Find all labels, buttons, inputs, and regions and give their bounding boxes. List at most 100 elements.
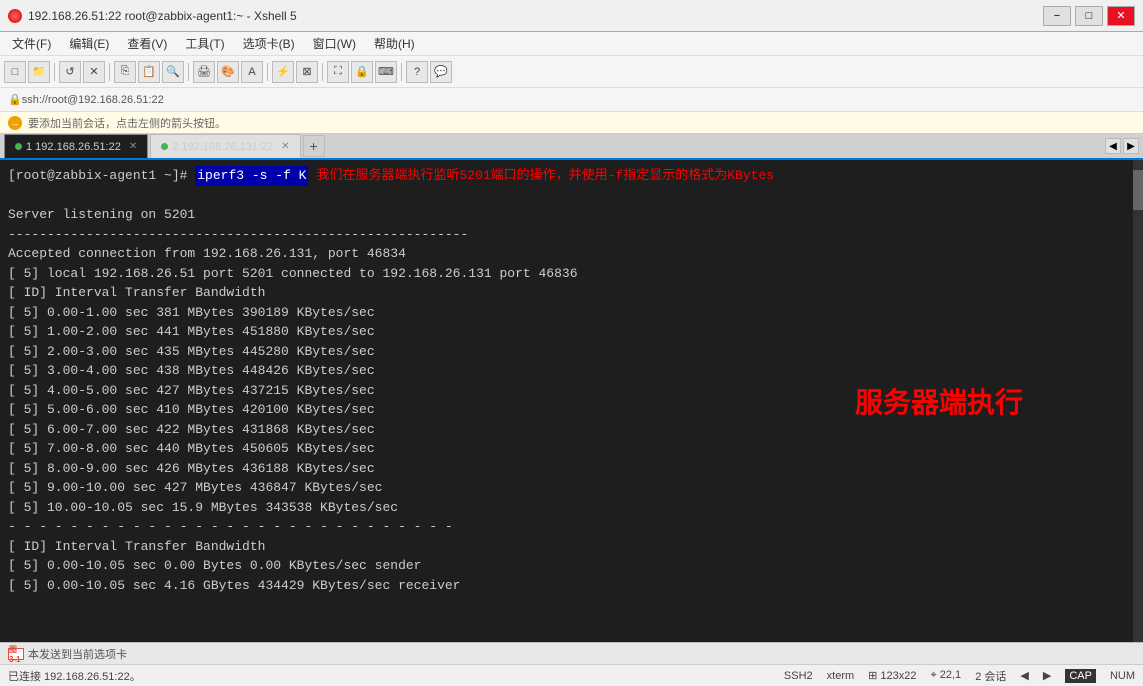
status-size: ⊞ 123x22 — [868, 669, 916, 682]
terminal-line-5: [ ID] Interval Transfer Bandwidth — [8, 283, 1129, 303]
toolbar-sep-2 — [109, 63, 110, 81]
menu-bar: 文件(F) 编辑(E) 查看(V) 工具(T) 选项卡(B) 窗口(W) 帮助(… — [0, 32, 1143, 56]
tab-label-2: 2 192.168.26.131:22 — [172, 141, 273, 153]
fullscreen-button[interactable]: ⛶ — [327, 61, 349, 83]
find-button[interactable]: 🔍 — [162, 61, 184, 83]
tab-close-2[interactable]: ✕ — [281, 141, 289, 152]
prompt-line: [root@zabbix-agent1 ~]# iperf3 -s -f K 我… — [8, 166, 1129, 186]
terminal-line-3: Accepted connection from 192.168.26.131,… — [8, 244, 1129, 264]
minimize-button[interactable]: − — [1043, 6, 1071, 26]
tabs-arrows: ◀ ▶ — [1105, 138, 1139, 154]
copy-button[interactable]: ⎘ — [114, 61, 136, 83]
terminal-line-16: [ 5] 10.00-10.05 sec 15.9 MBytes 343538 … — [8, 498, 1129, 518]
new-button[interactable]: □ — [4, 61, 26, 83]
menu-tabs[interactable]: 选项卡(B) — [235, 33, 303, 54]
terminal-line-14: [ 5] 8.00-9.00 sec 426 MBytes 436188 KBy… — [8, 459, 1129, 479]
menu-file[interactable]: 文件(F) — [4, 33, 59, 54]
tabs-prev-arrow[interactable]: ◀ — [1105, 138, 1121, 154]
terminal-wrapper: [root@zabbix-agent1 ~]# iperf3 -s -f K 我… — [0, 160, 1143, 642]
menu-help[interactable]: 帮助(H) — [366, 33, 423, 54]
key-button[interactable]: ⌨ — [375, 61, 397, 83]
paste-button[interactable]: 📋 — [138, 61, 160, 83]
terminal[interactable]: [root@zabbix-agent1 ~]# iperf3 -s -f K 我… — [0, 160, 1143, 642]
menu-view[interactable]: 查看(V) — [119, 33, 175, 54]
address-icon: 🔒 — [8, 93, 22, 106]
status-xterm: xterm — [827, 670, 855, 682]
print-button[interactable]: 🖨 — [193, 61, 215, 83]
status-next-session[interactable]: ▶ — [1043, 669, 1051, 682]
terminal-line-8: [ 5] 2.00-3.00 sec 435 MBytes 445280 KBy… — [8, 342, 1129, 362]
terminal-line-15: [ 5] 9.00-10.00 sec 427 MBytes 436847 KB… — [8, 478, 1129, 498]
disconnect-button[interactable]: ⊠ — [296, 61, 318, 83]
command-text: iperf3 -s -f K — [195, 166, 308, 186]
toolbar-sep-4 — [267, 63, 268, 81]
terminal-line-12: [ 5] 6.00-7.00 sec 422 MBytes 431868 KBy… — [8, 420, 1129, 440]
menu-tools[interactable]: 工具(T) — [177, 33, 232, 54]
terminal-line-19: [ 5] 0.00-10.05 sec 0.00 Bytes 0.00 KByt… — [8, 556, 1129, 576]
terminal-line-4: [ 5] local 192.168.26.51 port 5201 conne… — [8, 264, 1129, 284]
scrollbar-thumb[interactable] — [1133, 170, 1143, 210]
status-cursor: ⌖ 22,1 — [931, 669, 962, 682]
annotation-text: 我们在服务器端执行监听5201端口的操作，并使用-f指定显示的格式为KBytes — [316, 166, 774, 186]
status-sessions: 2 会话 — [975, 668, 1006, 684]
connect-button[interactable]: ⚡ — [272, 61, 294, 83]
tab-close-1[interactable]: ✕ — [129, 141, 137, 152]
status-left: 已连接 192.168.26.51:22。 — [8, 668, 141, 684]
open-button[interactable]: 📁 — [28, 61, 50, 83]
terminal-line-0 — [8, 186, 1129, 206]
status-connection: 已连接 192.168.26.51:22。 — [8, 668, 141, 684]
terminal-line-1: Server listening on 5201 — [8, 205, 1129, 225]
chat-button[interactable]: 💬 — [430, 61, 452, 83]
tab-2[interactable]: 2 192.168.26.131:22 ✕ — [150, 134, 300, 158]
toolbar: □ 📁 ↺ ✕ ⎘ 📋 🔍 🖨 🎨 A ⚡ ⊠ ⛶ 🔒 ⌨ ? 💬 — [0, 56, 1143, 88]
window-title: 192.168.26.51:22 root@zabbix-agent1:~ - … — [28, 9, 297, 23]
add-tab-button[interactable]: + — [303, 135, 325, 157]
toolbar-sep-6 — [401, 63, 402, 81]
terminal-line-20: [ 5] 0.00-10.05 sec 4.16 GBytes 434429 K… — [8, 576, 1129, 596]
help-button[interactable]: ? — [406, 61, 428, 83]
title-bar-left: 192.168.26.51:22 root@zabbix-agent1:~ - … — [8, 9, 297, 23]
bottom-icon: 图3-1 — [8, 648, 24, 660]
tab-1[interactable]: 1 192.168.26.51:22 ✕ — [4, 134, 148, 158]
lock-button[interactable]: 🔒 — [351, 61, 373, 83]
terminal-line-6: [ 5] 0.00-1.00 sec 381 MBytes 390189 KBy… — [8, 303, 1129, 323]
terminal-line-10: [ 5] 4.00-5.00 sec 427 MBytes 437215 KBy… — [8, 381, 1129, 401]
terminal-line-2: ----------------------------------------… — [8, 225, 1129, 245]
bottom-text: 本发送到当前选项卡 — [28, 646, 127, 662]
prompt-text: [root@zabbix-agent1 ~]# — [8, 166, 187, 186]
terminal-line-7: [ 5] 1.00-2.00 sec 441 MBytes 451880 KBy… — [8, 322, 1129, 342]
tabs-bar: 1 192.168.26.51:22 ✕ 2 192.168.26.131:22… — [0, 134, 1143, 160]
tabs-next-arrow[interactable]: ▶ — [1123, 138, 1139, 154]
status-cursor-icon: ⌖ — [931, 669, 940, 681]
color-button[interactable]: 🎨 — [217, 61, 239, 83]
refresh-button[interactable]: ↺ — [59, 61, 81, 83]
status-prev-session[interactable]: ◀ — [1020, 669, 1028, 682]
status-size-icon: ⊞ — [868, 670, 880, 682]
close-button[interactable]: ✕ — [1107, 6, 1135, 26]
terminal-line-11: [ 5] 5.00-6.00 sec 410 MBytes 420100 KBy… — [8, 400, 1129, 420]
bottom-info-bar: 图3-1 本发送到当前选项卡 — [0, 642, 1143, 664]
toolbar-sep-1 — [54, 63, 55, 81]
status-ssh: SSH2 — [784, 670, 813, 682]
terminal-line-18: [ ID] Interval Transfer Bandwidth — [8, 537, 1129, 557]
terminal-line-17: - - - - - - - - - - - - - - - - - - - - … — [8, 517, 1129, 537]
app-icon — [8, 9, 22, 23]
info-bar: → 要添加当前会话，点击左侧的箭头按钮。 — [0, 112, 1143, 134]
info-icon: → — [8, 116, 22, 130]
address-bar: 🔒 ssh://root@192.168.26.51:22 — [0, 88, 1143, 112]
terminal-scrollbar[interactable] — [1133, 160, 1143, 642]
address-text: ssh://root@192.168.26.51:22 — [22, 94, 164, 106]
status-bar: 已连接 192.168.26.51:22。 SSH2 xterm ⊞ 123x2… — [0, 664, 1143, 686]
tab-dot-1 — [15, 143, 22, 150]
menu-window[interactable]: 窗口(W) — [305, 33, 364, 54]
toolbar-sep-3 — [188, 63, 189, 81]
toolbar-sep-5 — [322, 63, 323, 81]
title-controls: − □ ✕ — [1043, 6, 1135, 26]
status-right: SSH2 xterm ⊞ 123x22 ⌖ 22,1 2 会话 ◀ ▶ CAP … — [784, 668, 1135, 684]
tab-label-1: 1 192.168.26.51:22 — [26, 141, 121, 153]
maximize-button[interactable]: □ — [1075, 6, 1103, 26]
font-button[interactable]: A — [241, 61, 263, 83]
menu-edit[interactable]: 编辑(E) — [61, 33, 117, 54]
stop-button[interactable]: ✕ — [83, 61, 105, 83]
status-cap: CAP — [1065, 669, 1096, 683]
